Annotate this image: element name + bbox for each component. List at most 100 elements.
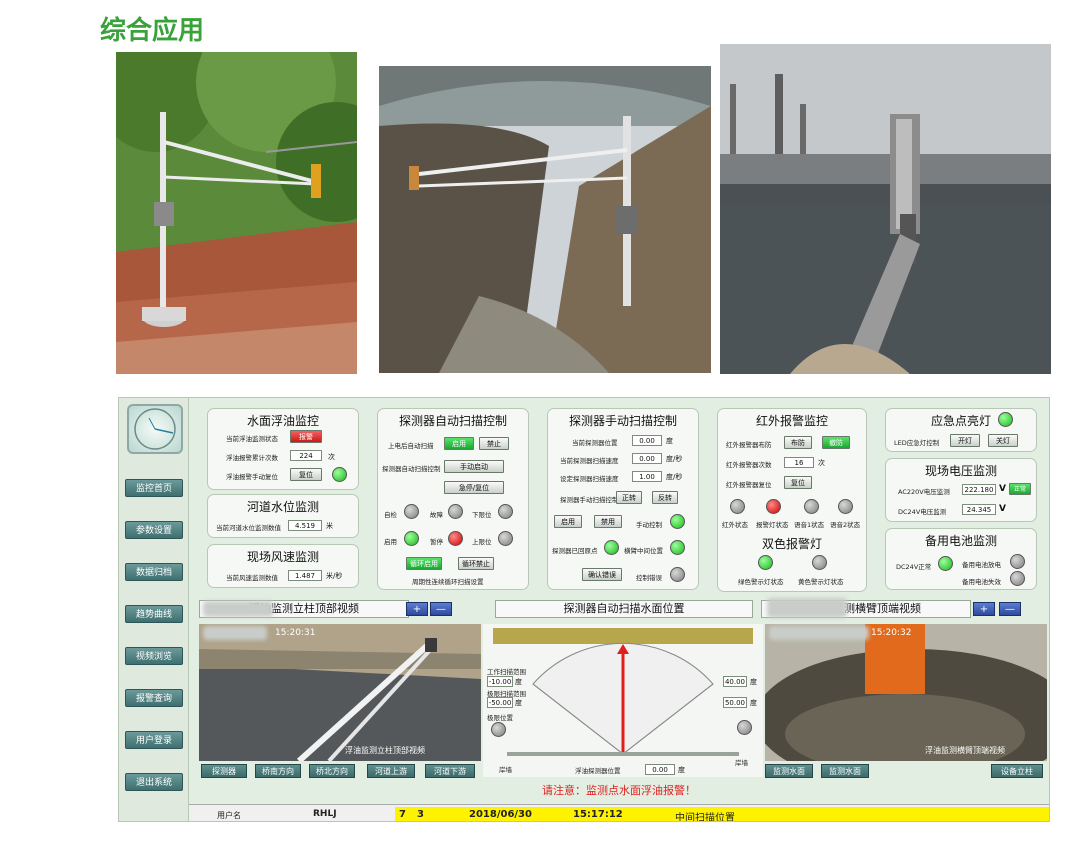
ir-reset-button[interactable]: 复位 — [784, 476, 812, 489]
username-label: 用户名 — [217, 811, 241, 820]
oil-alarm-button[interactable]: 报警 — [290, 430, 322, 443]
zoom-in-button[interactable]: + — [973, 602, 995, 616]
speed-label: 当前探测器扫描速度 — [560, 457, 619, 465]
video-caption: 浮油监测横臂顶端视频 — [925, 746, 1005, 755]
panel-title: 现场电压监测 — [924, 464, 997, 478]
panel-title: 现场风速监测 — [246, 550, 319, 564]
battery-fail-label: 备用电池失效 — [962, 578, 1001, 586]
yellow-warning-lamp — [812, 555, 827, 570]
detector-pos-label: 浮油探测器位置 — [575, 767, 621, 775]
cycle-label: 周期性连续循环扫描设置 — [412, 578, 484, 586]
mid-pos-label: 横臂中间位置 — [624, 547, 663, 555]
photo-refinery-pool — [720, 44, 1051, 374]
panel-title: 探测器自动扫描控制 — [398, 414, 507, 428]
home-lamp — [604, 540, 619, 555]
alarm-light-lamp — [766, 499, 781, 514]
confirm-error-button[interactable]: 确认错误 — [582, 568, 622, 581]
light-on-button[interactable]: 开灯 — [950, 434, 980, 447]
zoom-out-button[interactable]: — — [430, 602, 452, 616]
upstream-view-button[interactable]: 河道上游 — [367, 764, 415, 778]
status-num-2: 3 — [417, 809, 424, 820]
lower-limit-lamp — [498, 504, 513, 519]
south-view-button[interactable]: 桥南方向 — [255, 764, 301, 778]
disarm-button[interactable]: 撤防 — [822, 436, 850, 449]
arm-button[interactable]: 布防 — [784, 436, 812, 449]
lamp-label: 自检 — [384, 511, 397, 519]
ac-voltage-value: 222.180 — [962, 484, 996, 495]
ir-count-label: 红外报警器次数 — [726, 461, 772, 469]
manual-enable-button[interactable]: 启用 — [554, 515, 582, 528]
left-bank-label: 岸墙 — [499, 766, 512, 774]
emergency-stop-button[interactable]: 急停/复位 — [444, 481, 504, 494]
lamp-label: 下限位 — [472, 511, 492, 519]
auto-enable-button[interactable]: 启用 — [444, 437, 474, 450]
zoom-out-button[interactable]: — — [999, 602, 1021, 616]
video-left-feed[interactable]: 15:20:31 浮油监测立柱顶部视频 — [199, 624, 481, 761]
clock-icon — [127, 404, 183, 454]
speed-value: 0.00 — [632, 453, 662, 464]
emergency-lamp — [998, 412, 1013, 427]
blur-mask — [203, 601, 273, 617]
voice2-lamp — [838, 499, 853, 514]
device-pole-button[interactable]: 设备立柱 — [991, 764, 1043, 778]
manual-disable-button[interactable]: 禁用 — [594, 515, 622, 528]
battery-discharge-label: 备用电池放电 — [962, 561, 1001, 569]
dc-voltage-unit: V — [999, 504, 1006, 514]
wind-speed-unit: 米/秒 — [326, 572, 343, 580]
nav-data-archive[interactable]: 数据归档 — [125, 563, 183, 581]
set-speed-input[interactable]: 1.00 — [632, 471, 662, 482]
nav-video-browse[interactable]: 视频浏览 — [125, 647, 183, 665]
water-level-unit: 米 — [326, 522, 333, 530]
zoom-in-button[interactable]: + — [406, 602, 428, 616]
set-speed-unit: 度/秒 — [666, 473, 683, 481]
oil-reset-button[interactable]: 复位 — [290, 468, 322, 481]
nav-parameter-settings[interactable]: 参数设置 — [125, 521, 183, 539]
status-num-1: 7 — [399, 809, 406, 820]
video-right-feed[interactable]: 15:20:32 浮油监测横臂顶端视频 — [765, 624, 1047, 761]
reverse-button[interactable]: 反转 — [652, 491, 678, 504]
panel-title: 应急点亮灯 — [930, 414, 991, 428]
led-control-label: LED应急灯控制 — [894, 439, 940, 447]
panel-voltage: 现场电压监测 AC220V电压监测 222.180 V 正常 DC24V电压监测… — [885, 458, 1037, 522]
cycle-disable-button[interactable]: 循环禁止 — [458, 557, 494, 570]
nav-monitor-home[interactable]: 监控首页 — [125, 479, 183, 497]
oil-count-unit: 次 — [328, 453, 335, 461]
dc-voltage-value: 24.345 — [962, 504, 996, 515]
set-speed-label: 设定探测器扫描速度 — [560, 475, 619, 483]
direction-label: 探测器手动扫描控制 — [560, 496, 619, 504]
downstream-view-button[interactable]: 河道下游 — [425, 764, 475, 778]
wind-speed-value: 1.487 — [288, 570, 322, 581]
auto-disable-button[interactable]: 禁止 — [479, 437, 509, 450]
manual-start-button[interactable]: 手动启动 — [444, 460, 504, 473]
video-caption: 浮油监测立柱顶部视频 — [345, 746, 425, 755]
nav-alarm-query[interactable]: 报警查询 — [125, 689, 183, 707]
lamp-label: 故障 — [430, 511, 443, 519]
ac-voltage-unit: V — [999, 484, 1006, 494]
panel-oil-monitor: 水面浮油监控 当前浮油监测状态 报警 浮油报警累计次数 224 次 浮油报警手动… — [207, 408, 359, 490]
selftest-lamp — [404, 504, 419, 519]
status-time: 15:17:12 — [573, 809, 623, 820]
sidebar: 监控首页 参数设置 数据归档 趋势曲线 视频浏览 报警查询 用户登录 退出系统 — [119, 398, 189, 821]
panel-title: 红外报警监控 — [755, 414, 828, 428]
panel-title: 备用电池监测 — [924, 534, 997, 548]
limit-range-unit: 度 — [515, 699, 522, 707]
lamp-label: 上限位 — [472, 538, 492, 546]
light-off-button[interactable]: 关灯 — [988, 434, 1018, 447]
dc-voltage-label: DC24V电压监测 — [898, 508, 947, 516]
oil-count-label: 浮油报警累计次数 — [226, 454, 278, 462]
forward-button[interactable]: 正转 — [616, 491, 642, 504]
right-limit-value: 50.00 — [723, 697, 747, 708]
detector-view-button[interactable]: 探测器 — [201, 764, 247, 778]
north-view-button[interactable]: 桥北方向 — [309, 764, 355, 778]
nav-trend-curve[interactable]: 趋势曲线 — [125, 605, 183, 623]
panel-emergency-light: 应急点亮灯 LED应急灯控制 开灯 关灯 — [885, 408, 1037, 452]
monitor-water-button-1[interactable]: 监测水面 — [765, 764, 813, 778]
page-title: 综合应用 — [100, 16, 205, 46]
status-bar: 用户名 RHLJ 7 3 2018/06/30 15:17:12 中间扫描位置 — [189, 804, 1049, 821]
nav-user-login[interactable]: 用户登录 — [125, 731, 183, 749]
work-range-label: 工作扫描范围 — [487, 668, 526, 676]
video-timestamp: 15:20:32 — [871, 628, 912, 638]
nav-exit-system[interactable]: 退出系统 — [125, 773, 183, 791]
cycle-enable-button[interactable]: 循环启用 — [406, 557, 442, 570]
monitor-water-button-2[interactable]: 监测水面 — [821, 764, 869, 778]
